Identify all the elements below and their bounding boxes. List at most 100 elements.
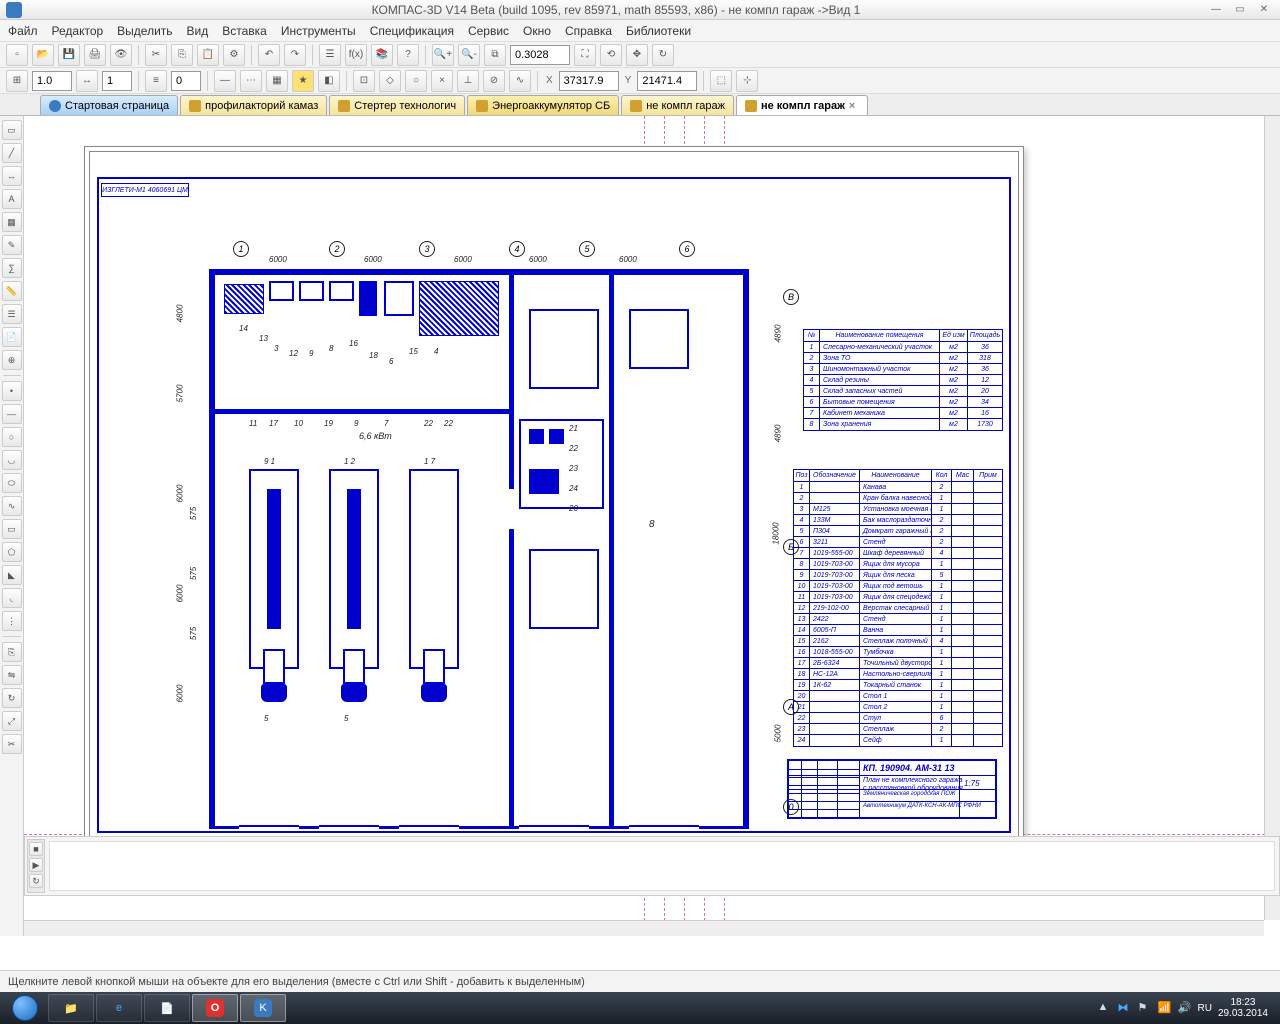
- zoom-in-button[interactable]: 🔍+: [432, 44, 454, 66]
- circle-tool[interactable]: ○: [2, 427, 22, 447]
- prop-stop-button[interactable]: ■: [29, 842, 43, 856]
- snap-end-button[interactable]: ⊡: [353, 70, 375, 92]
- snap-tangent-button[interactable]: ⊘: [483, 70, 505, 92]
- menu-window[interactable]: Окно: [523, 24, 551, 38]
- zoom-input[interactable]: [510, 45, 570, 65]
- drawing-canvas[interactable]: ИЗГЛЕТИ-М1 4060691 ЦМ 1 2 3 4 5 6 6000 6…: [24, 116, 1280, 936]
- task-kompas[interactable]: K: [240, 994, 286, 1022]
- ellipse-tool[interactable]: ⬭: [2, 473, 22, 493]
- library-button[interactable]: 📚: [371, 44, 393, 66]
- task-ie[interactable]: e: [96, 994, 142, 1022]
- preview-button[interactable]: 👁: [110, 44, 132, 66]
- spec-tool[interactable]: ☰: [2, 304, 22, 324]
- measure-tool[interactable]: 📏: [2, 281, 22, 301]
- close-tab-icon[interactable]: ×: [849, 100, 859, 112]
- style-2-button[interactable]: ⋯: [240, 70, 262, 92]
- print-button[interactable]: 🖨: [84, 44, 106, 66]
- zoom-out-button[interactable]: 🔍-: [458, 44, 480, 66]
- tray-network-icon[interactable]: 📶: [1157, 1001, 1171, 1015]
- point-tool[interactable]: •: [2, 381, 22, 401]
- cut-button[interactable]: ✂: [145, 44, 167, 66]
- menu-file[interactable]: Файл: [8, 24, 38, 38]
- tray-clock[interactable]: 18:23 29.03.2014: [1218, 997, 1268, 1019]
- hatch-tool[interactable]: ▦: [2, 212, 22, 232]
- copy-button[interactable]: ⎘: [171, 44, 193, 66]
- dimension-tool[interactable]: ↔: [2, 166, 22, 186]
- start-button[interactable]: [4, 994, 46, 1022]
- local-cs-button[interactable]: ⊹: [736, 70, 758, 92]
- rect-tool[interactable]: ▭: [2, 519, 22, 539]
- tab-doc-2[interactable]: Стертер технологич: [329, 95, 465, 115]
- menu-editor[interactable]: Редактор: [52, 24, 104, 38]
- line-tool[interactable]: ╱: [2, 143, 22, 163]
- new-button[interactable]: ▫: [6, 44, 28, 66]
- segment-tool[interactable]: —: [2, 404, 22, 424]
- scale-tool[interactable]: ⤢: [2, 711, 22, 731]
- ortho-button[interactable]: ⬚: [710, 70, 732, 92]
- snap-intersect-button[interactable]: ×: [431, 70, 453, 92]
- prop-auto-button[interactable]: ↻: [29, 874, 43, 888]
- pan-button[interactable]: ✥: [626, 44, 648, 66]
- tray-bluetooth-icon[interactable]: ⧓: [1117, 1001, 1131, 1015]
- menu-view[interactable]: Вид: [187, 24, 209, 38]
- snap-mid-button[interactable]: ◇: [379, 70, 401, 92]
- fillet-tool[interactable]: ◟: [2, 588, 22, 608]
- open-button[interactable]: 📂: [32, 44, 54, 66]
- paste-button[interactable]: 📋: [197, 44, 219, 66]
- tray-up-icon[interactable]: ▲: [1097, 1001, 1111, 1015]
- undo-button[interactable]: ↶: [258, 44, 280, 66]
- mirror-tool[interactable]: ⇋: [2, 665, 22, 685]
- tray-volume-icon[interactable]: 🔊: [1177, 1001, 1191, 1015]
- zoom-window-button[interactable]: ⧉: [484, 44, 506, 66]
- select-tool[interactable]: ▭: [2, 120, 22, 140]
- tray-lang[interactable]: RU: [1197, 1003, 1211, 1014]
- layer-input[interactable]: [171, 71, 201, 91]
- menu-insert[interactable]: Вставка: [222, 24, 267, 38]
- arc-tool[interactable]: ◡: [2, 450, 22, 470]
- refresh-button[interactable]: ↻: [652, 44, 674, 66]
- snap-near-button[interactable]: ∿: [509, 70, 531, 92]
- menu-select[interactable]: Выделить: [117, 24, 172, 38]
- tab-doc-1[interactable]: профилакторий камаз: [180, 95, 327, 115]
- prop-apply-button[interactable]: ▶: [29, 858, 43, 872]
- variables-button[interactable]: f(x): [345, 44, 367, 66]
- style-1-button[interactable]: —: [214, 70, 236, 92]
- save-button[interactable]: 💾: [58, 44, 80, 66]
- horizontal-scrollbar[interactable]: [24, 920, 1264, 936]
- trim-tool[interactable]: ✂: [2, 734, 22, 754]
- close-button[interactable]: ✕: [1254, 3, 1274, 17]
- manager-button[interactable]: ☰: [319, 44, 341, 66]
- report-tool[interactable]: 📄: [2, 327, 22, 347]
- step-input[interactable]: [102, 71, 132, 91]
- task-notepad[interactable]: 📄: [144, 994, 190, 1022]
- style-3-button[interactable]: ▦: [266, 70, 288, 92]
- layer-button[interactable]: ≡: [145, 70, 167, 92]
- menu-service[interactable]: Сервис: [468, 24, 509, 38]
- menu-spec[interactable]: Спецификация: [370, 24, 454, 38]
- tab-doc-5-active[interactable]: не компл гараж×: [736, 95, 868, 115]
- polygon-tool[interactable]: ⬠: [2, 542, 22, 562]
- redo-button[interactable]: ↷: [284, 44, 306, 66]
- snap-center-button[interactable]: ○: [405, 70, 427, 92]
- minimize-button[interactable]: —: [1206, 3, 1226, 17]
- tray-flag-icon[interactable]: ⚑: [1137, 1001, 1151, 1015]
- coord-y-input[interactable]: [637, 71, 697, 91]
- menu-tools[interactable]: Инструменты: [281, 24, 356, 38]
- zoom-prev-button[interactable]: ⟲: [600, 44, 622, 66]
- param-tool[interactable]: ∑: [2, 258, 22, 278]
- vertical-scrollbar[interactable]: [1264, 116, 1280, 920]
- menu-help[interactable]: Справка: [565, 24, 612, 38]
- text-tool[interactable]: A: [2, 189, 22, 209]
- scale-input[interactable]: [32, 71, 72, 91]
- insert-tool[interactable]: ⊕: [2, 350, 22, 370]
- menu-libraries[interactable]: Библиотеки: [626, 24, 691, 38]
- copy-geom-tool[interactable]: ⎘: [2, 642, 22, 662]
- spline-tool[interactable]: ∿: [2, 496, 22, 516]
- aux-tool[interactable]: ⋮: [2, 611, 22, 631]
- style-4-button[interactable]: ★: [292, 70, 314, 92]
- step-button[interactable]: ↔: [76, 70, 98, 92]
- task-opera[interactable]: O: [192, 994, 238, 1022]
- zoom-fit-button[interactable]: ⛶: [574, 44, 596, 66]
- grid-button[interactable]: ⊞: [6, 70, 28, 92]
- maximize-button[interactable]: ▭: [1230, 3, 1250, 17]
